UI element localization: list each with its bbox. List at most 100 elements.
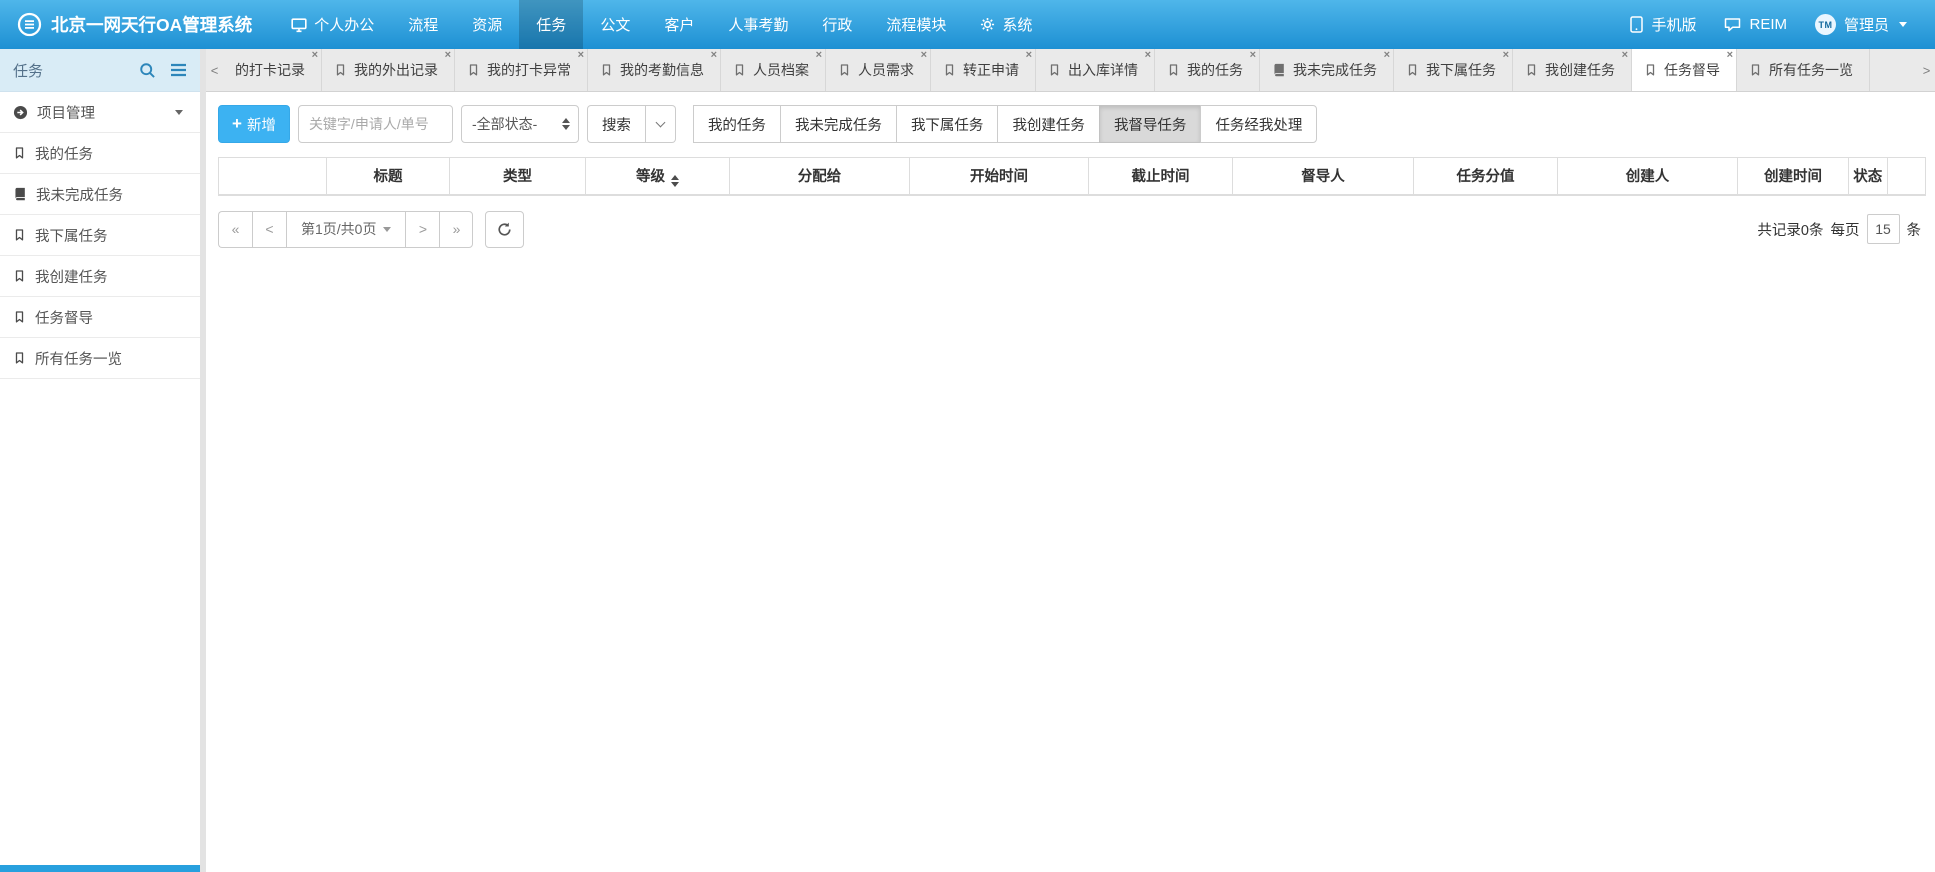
tab-label: 的打卡记录 — [235, 60, 305, 80]
search-icon[interactable] — [139, 62, 156, 79]
reim-button[interactable]: REIM — [1710, 0, 1801, 49]
pagination-bar: « < 第1页/共0页 > » 共记录0条 每页 — [218, 211, 1921, 248]
tab[interactable]: 出入库详情 — [1036, 49, 1155, 91]
filter-button[interactable]: 我创建任务 — [997, 105, 1099, 143]
close-icon[interactable] — [445, 50, 451, 61]
filter-button[interactable]: 任务经我处理 — [1200, 105, 1317, 143]
navbar-menu-item[interactable]: 行政 — [805, 0, 869, 49]
sidebar-menu-item[interactable]: 我未完成任务 — [0, 174, 200, 215]
column-header[interactable]: 类型 — [450, 158, 586, 195]
close-icon[interactable] — [1384, 50, 1390, 61]
close-icon[interactable] — [1622, 50, 1628, 61]
tab[interactable]: 任务督导 — [1632, 49, 1737, 91]
refresh-button[interactable] — [485, 211, 524, 248]
navbar-right: 手机版 REIM TM 管理员 — [1616, 0, 1935, 49]
column-header-label: 标题 — [374, 169, 403, 185]
close-icon[interactable] — [1026, 50, 1032, 61]
keyword-search-input[interactable] — [298, 105, 453, 143]
close-icon[interactable] — [1727, 50, 1733, 61]
tab[interactable]: 的打卡记录 — [223, 49, 322, 91]
navbar-menu-item[interactable]: 任务 — [519, 0, 583, 49]
sidebar-menu-item[interactable]: 我创建任务 — [0, 256, 200, 297]
tabs-scroll-right-button[interactable]: > — [1918, 49, 1935, 91]
sidebar-menu-item[interactable]: 我下属任务 — [0, 215, 200, 256]
bookmark-icon — [1644, 63, 1657, 77]
close-icon[interactable] — [1503, 50, 1509, 61]
column-header[interactable]: 任务分值 — [1414, 158, 1558, 195]
close-icon[interactable] — [312, 50, 318, 61]
navbar-menu-item[interactable]: 系统 — [963, 0, 1049, 49]
last-page-button[interactable]: » — [439, 211, 473, 248]
monitor-icon — [291, 17, 307, 33]
tab[interactable]: 我的打卡异常 — [455, 49, 588, 91]
filter-button[interactable]: 我的任务 — [693, 105, 780, 143]
column-header[interactable]: 创建时间 — [1738, 158, 1849, 195]
navbar-menu-item[interactable]: 人事考勤 — [711, 0, 805, 49]
tab[interactable]: 所有任务一览 — [1737, 49, 1870, 91]
tab[interactable]: 人员需求 — [826, 49, 931, 91]
navbar-menu-label: 流程模块 — [886, 14, 946, 35]
menu-hamburger-icon[interactable] — [170, 63, 187, 77]
sidebar-menu-item[interactable]: 我的任务 — [0, 133, 200, 174]
column-header[interactable]: 分配给 — [730, 158, 910, 195]
column-header[interactable]: 状态 — [1849, 158, 1888, 195]
sidebar-footer-bar[interactable] — [0, 865, 200, 872]
sidebar-menu-item[interactable]: 所有任务一览 — [0, 338, 200, 379]
tab-label: 我下属任务 — [1426, 60, 1496, 80]
status-select[interactable]: -全部状态- — [461, 105, 579, 143]
column-header[interactable]: 创建人 — [1558, 158, 1738, 195]
filter-button[interactable]: 我下属任务 — [896, 105, 998, 143]
next-page-button[interactable]: > — [405, 211, 439, 248]
column-header[interactable]: 督导人 — [1233, 158, 1414, 195]
filter-button-label: 我督导任务 — [1114, 114, 1187, 135]
per-page-input[interactable] — [1867, 214, 1900, 244]
first-page-button[interactable]: « — [218, 211, 252, 248]
tab[interactable]: 我的外出记录 — [322, 49, 455, 91]
close-icon[interactable] — [578, 50, 584, 61]
navbar-menu-item[interactable]: 资源 — [455, 0, 519, 49]
close-icon[interactable] — [711, 50, 717, 61]
navbar-menu-item[interactable]: 个人办公 — [274, 0, 391, 49]
tab[interactable]: 我的考勤信息 — [588, 49, 721, 91]
tab[interactable]: 我未完成任务 — [1260, 49, 1394, 91]
close-icon[interactable] — [921, 50, 927, 61]
close-icon[interactable] — [1250, 50, 1256, 61]
filter-button[interactable]: 我未完成任务 — [780, 105, 896, 143]
tab[interactable]: 我下属任务 — [1394, 49, 1513, 91]
navbar-menu-item[interactable]: 客户 — [647, 0, 711, 49]
filter-button-label: 我未完成任务 — [795, 114, 882, 135]
tab[interactable]: 人员档案 — [721, 49, 826, 91]
column-header[interactable] — [1887, 158, 1926, 195]
add-button[interactable]: 新增 — [218, 105, 290, 143]
tabs-scroll-left-button[interactable]: < — [206, 49, 223, 91]
sort-icon[interactable] — [671, 175, 679, 187]
tab[interactable]: 我的任务 — [1155, 49, 1260, 91]
user-avatar: TM — [1815, 14, 1836, 35]
close-icon[interactable] — [1145, 50, 1151, 61]
column-header[interactable]: 开始时间 — [910, 158, 1089, 195]
records-summary: 共记录0条 每页 条 — [1757, 214, 1921, 244]
navbar-menu-item[interactable]: 公文 — [583, 0, 647, 49]
column-header[interactable]: 截止时间 — [1089, 158, 1233, 195]
page-info-button[interactable]: 第1页/共0页 — [286, 211, 405, 248]
close-icon[interactable] — [816, 50, 822, 61]
mobile-version-button[interactable]: 手机版 — [1616, 0, 1710, 49]
search-button[interactable]: 搜索 — [587, 105, 646, 143]
toolbar: 新增 -全部状态- 搜索 — [206, 92, 1935, 155]
caret-down-icon[interactable] — [175, 110, 183, 115]
prev-page-button[interactable]: < — [252, 211, 286, 248]
filter-button[interactable]: 我督导任务 — [1099, 105, 1201, 143]
column-header[interactable]: 标题 — [327, 158, 450, 195]
sidebar-menu-item[interactable]: 任务督导 — [0, 297, 200, 338]
search-dropdown-button[interactable] — [646, 105, 676, 143]
column-header[interactable] — [219, 158, 327, 195]
navbar-menu-item[interactable]: 流程 — [391, 0, 455, 49]
tab[interactable]: 我创建任务 — [1513, 49, 1632, 91]
search-button-label: 搜索 — [602, 114, 631, 135]
column-header[interactable]: 等级 — [586, 158, 730, 195]
user-menu[interactable]: TM 管理员 — [1801, 0, 1921, 49]
sidebar-menu-item[interactable]: 项目管理 — [0, 92, 200, 133]
book-icon — [1272, 63, 1286, 77]
navbar-menu-item[interactable]: 流程模块 — [869, 0, 963, 49]
tab[interactable]: 转正申请 — [931, 49, 1036, 91]
